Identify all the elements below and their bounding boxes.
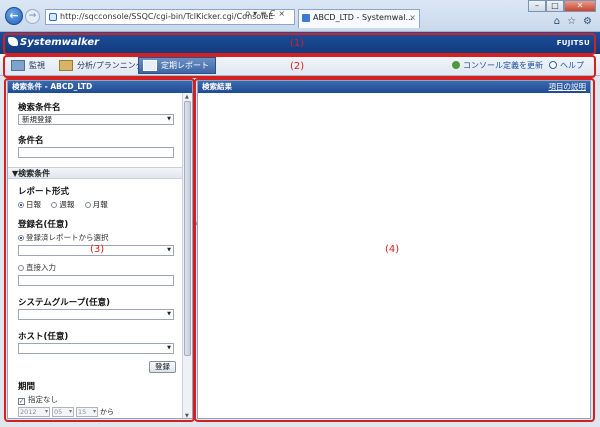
browser-toolbar-icons: ⌂ ☆ ⚙ — [554, 16, 592, 27]
compat-icon[interactable]: ≡ — [260, 9, 267, 18]
browser-chrome: ← → http://sqcconsole/SSQC/cgi-bin/TclKi… — [0, 0, 600, 32]
back-button[interactable]: ← — [5, 7, 23, 25]
maximize-button[interactable]: □ — [546, 0, 564, 12]
close-window-button[interactable]: ✕ — [564, 0, 596, 12]
address-tools: ρ ▾ ≡ C × — [245, 9, 288, 18]
favicon-icon — [302, 14, 310, 22]
minimize-button[interactable]: – — [528, 0, 546, 12]
tab-title: ABCD_LTD - Systemwal... — [313, 13, 414, 22]
refresh-icon[interactable]: C — [270, 9, 276, 18]
dropdown-icon[interactable]: ▾ — [253, 9, 257, 18]
annotation-label-2: (2) — [290, 61, 305, 72]
annotation-label-1: (1) — [290, 38, 305, 49]
browser-tab[interactable]: ABCD_LTD - Systemwal... × — [298, 9, 420, 28]
window-controls: – □ ✕ — [528, 0, 596, 12]
address-text: http://sqcconsole/SSQC/cgi-bin/TclKicker… — [60, 12, 274, 21]
annotation-label-4: (4) — [385, 244, 400, 255]
search-icon[interactable]: ρ — [245, 9, 250, 18]
forward-button[interactable]: → — [25, 9, 40, 24]
star-icon[interactable]: ☆ — [567, 16, 576, 27]
stop-icon[interactable]: × — [278, 9, 285, 18]
annotation-label-3: (3) — [90, 244, 105, 255]
page-icon — [49, 13, 57, 21]
tab-close-icon[interactable]: × — [409, 10, 416, 26]
home-icon[interactable]: ⌂ — [554, 16, 560, 27]
gear-icon[interactable]: ⚙ — [583, 16, 592, 27]
